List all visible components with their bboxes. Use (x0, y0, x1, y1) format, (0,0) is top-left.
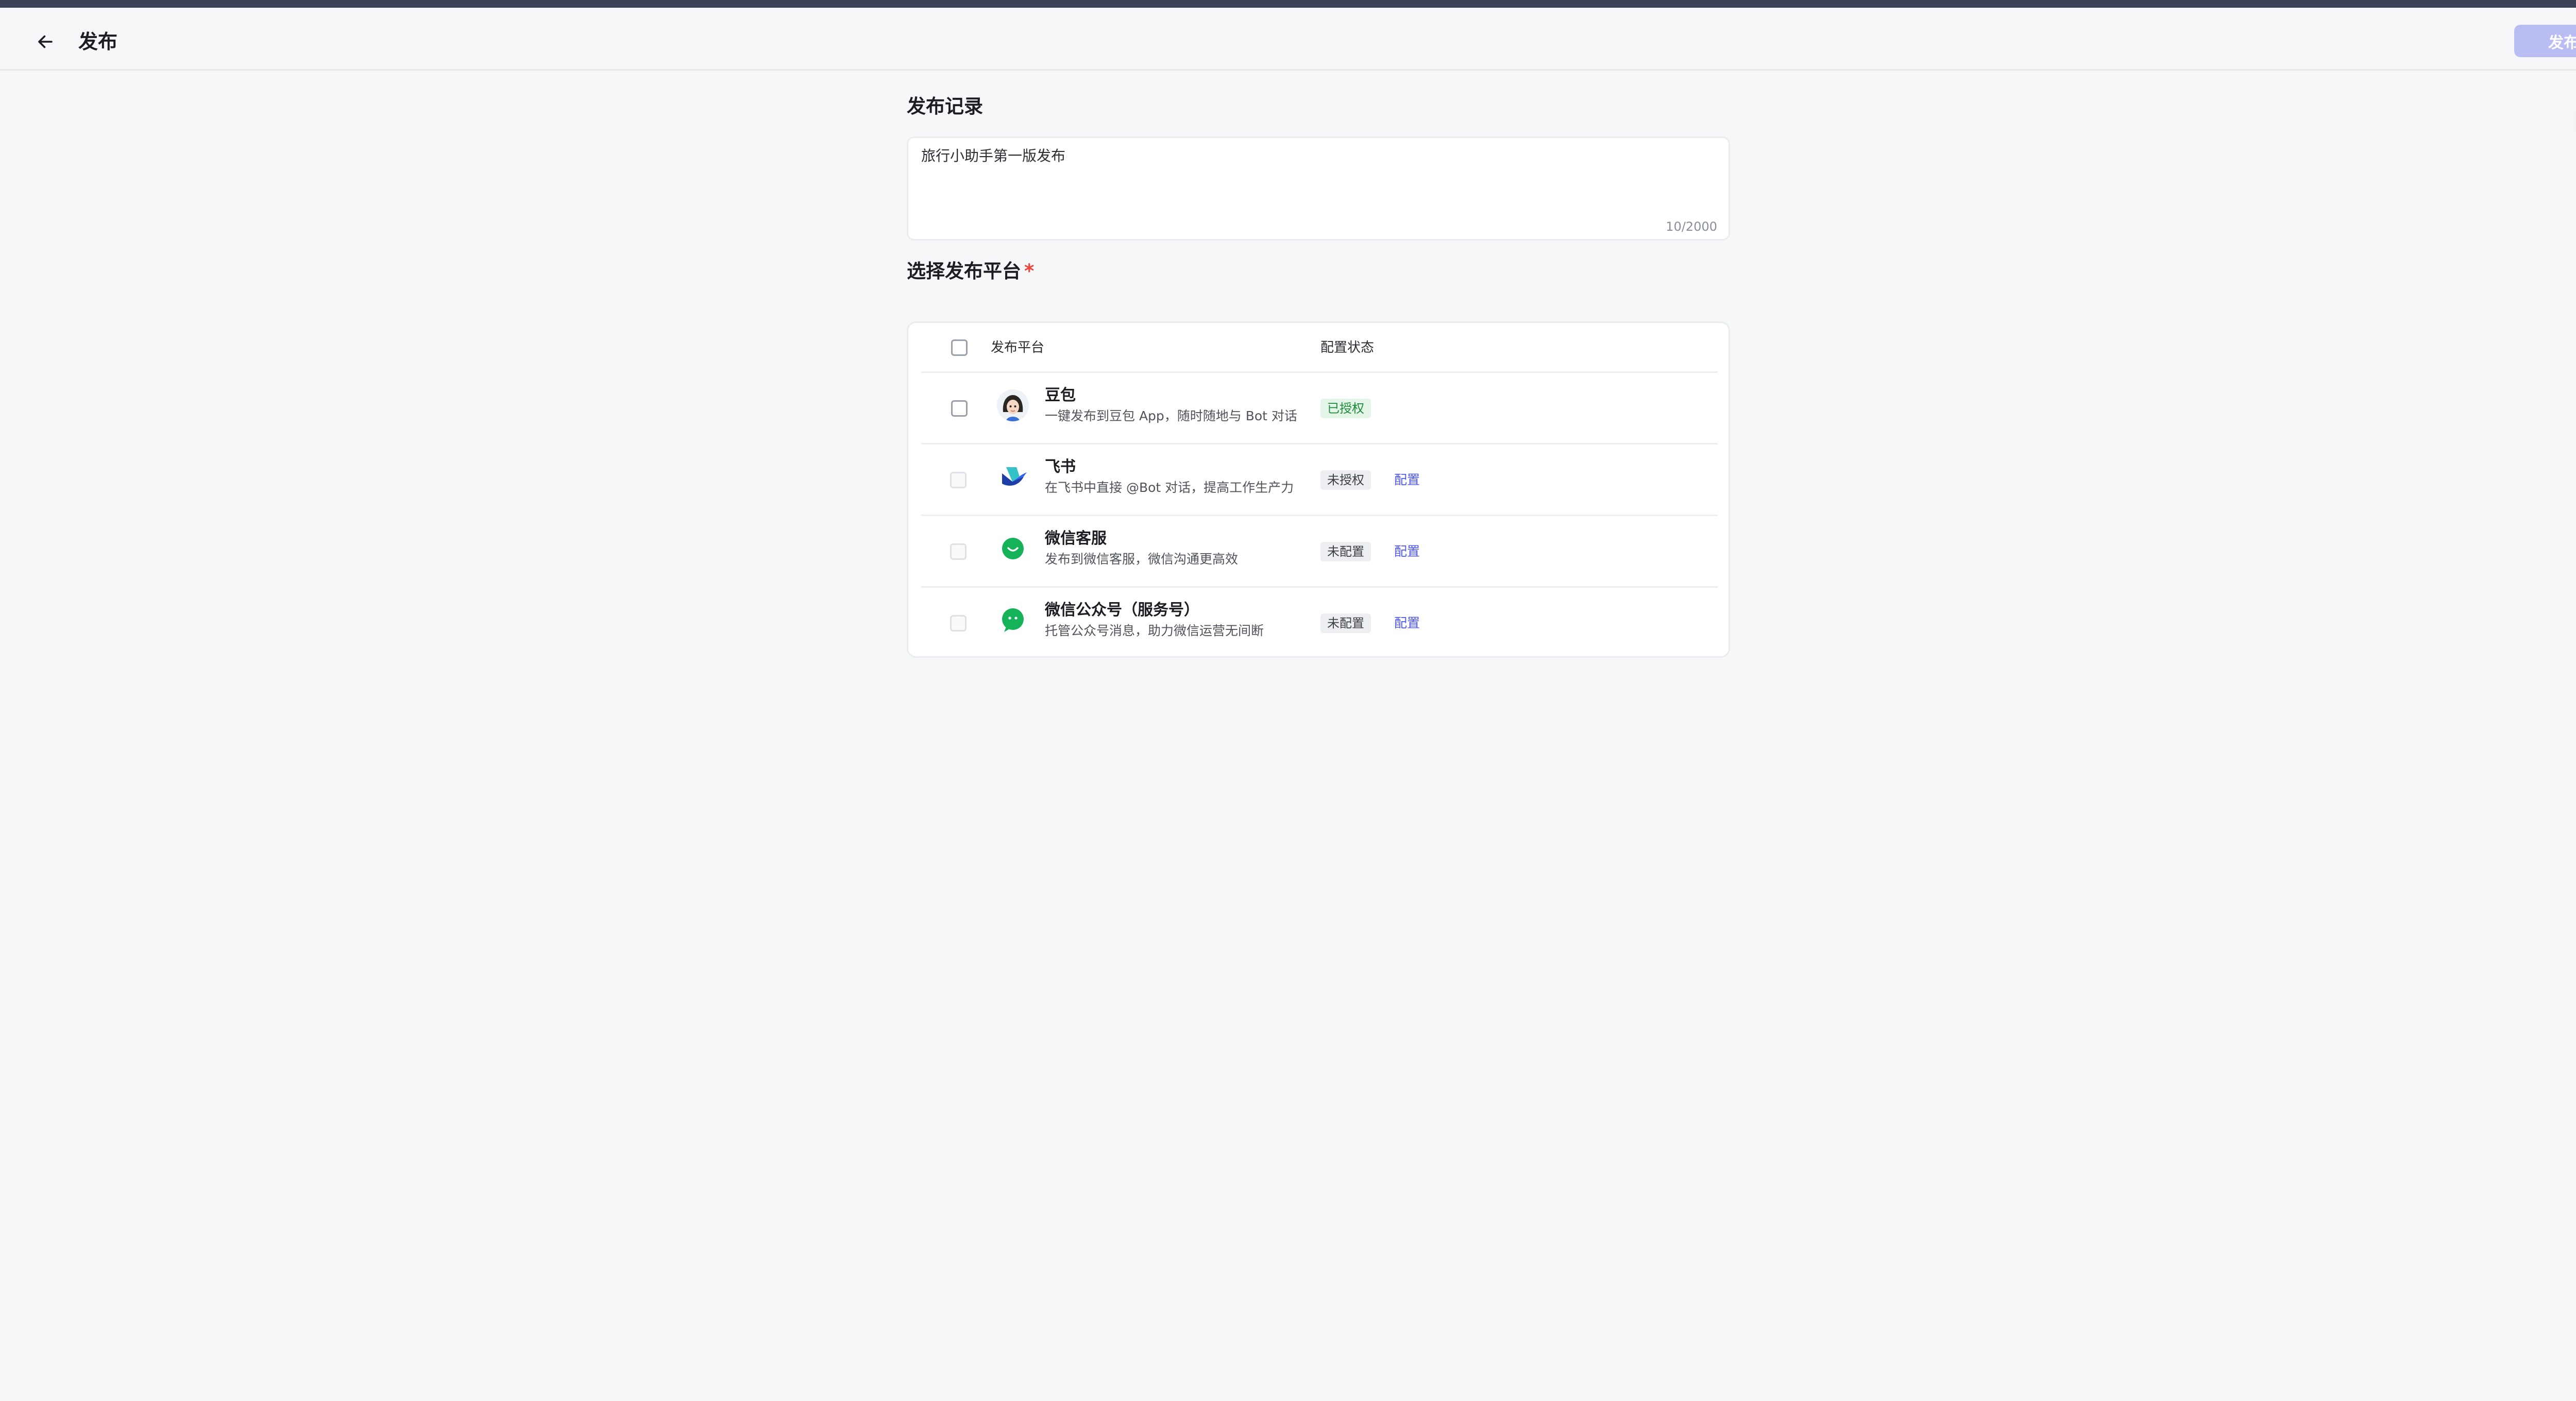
character-counter: 10/2000 (1666, 219, 1717, 234)
page-header: 发布 发布 (0, 8, 2576, 71)
wechat-service-icon (997, 533, 1029, 565)
platform-description: 在飞书中直接 @Bot 对话，提高工作生产力 (1045, 480, 1294, 495)
required-mark: * (1024, 260, 1035, 282)
wechat-official-account-icon (997, 604, 1029, 636)
row-checkbox[interactable] (950, 472, 967, 488)
page-title: 发布 (78, 30, 118, 53)
table-row: 微信客服 发布到微信客服，微信沟通更高效 未配置 配置 (921, 516, 1718, 588)
table-header: 发布平台 配置状态 (921, 323, 1718, 373)
config-link-wechat-service[interactable]: 配置 (1394, 542, 1420, 561)
platform-description: 一键发布到豆包 App，随时随地与 Bot 对话 (1045, 408, 1297, 423)
status-badge: 未授权 (1320, 470, 1371, 490)
platform-name: 微信公众号（服务号） (1045, 601, 1199, 619)
platform-description: 托管公众号消息，助力微信运营无间断 (1045, 623, 1264, 638)
status-badge: 未配置 (1320, 613, 1371, 633)
row-checkbox[interactable] (950, 543, 967, 560)
table-row: 飞书 在飞书中直接 @Bot 对话，提高工作生产力 未授权 配置 (921, 445, 1718, 516)
row-checkbox[interactable] (951, 400, 968, 417)
select-platform-title: 选择发布平台 * (907, 259, 1034, 284)
status-badge: 未配置 (1320, 542, 1371, 561)
platform-table: 发布平台 配置状态 豆包 一键发布到豆包 App，随时随地与 Bot 对话 已授… (907, 321, 1730, 658)
config-link-wechat-official[interactable]: 配置 (1394, 613, 1420, 633)
back-arrow-icon[interactable] (32, 28, 59, 55)
select-all-checkbox[interactable] (951, 339, 968, 356)
release-record-value[interactable]: 旅行小助手第一版发布 (921, 145, 1065, 167)
config-link-feishu[interactable]: 配置 (1394, 470, 1420, 490)
table-row: 微信公众号（服务号） 托管公众号消息，助力微信运营无间断 未配置 配置 (921, 588, 1718, 659)
row-checkbox[interactable] (950, 615, 967, 631)
table-row: 豆包 一键发布到豆包 App，随时随地与 Bot 对话 已授权 (921, 373, 1718, 445)
publish-button[interactable]: 发布 (2514, 25, 2576, 57)
feishu-icon (997, 461, 1029, 493)
release-record-textarea[interactable]: 旅行小助手第一版发布 10/2000 (907, 136, 1730, 241)
platform-description: 发布到微信客服，微信沟通更高效 (1045, 552, 1239, 567)
release-record-title: 发布记录 (907, 95, 983, 117)
platform-name: 豆包 (1045, 386, 1076, 404)
window-top-strip (0, 0, 2576, 8)
platform-name: 飞书 (1045, 458, 1076, 476)
column-header-platform: 发布平台 (991, 340, 1045, 355)
select-platform-label: 选择发布平台 (907, 260, 1021, 282)
column-header-status: 配置状态 (1320, 340, 1375, 355)
status-badge: 已授权 (1320, 399, 1371, 418)
doubao-icon (997, 389, 1029, 421)
platform-name: 微信客服 (1045, 529, 1107, 548)
